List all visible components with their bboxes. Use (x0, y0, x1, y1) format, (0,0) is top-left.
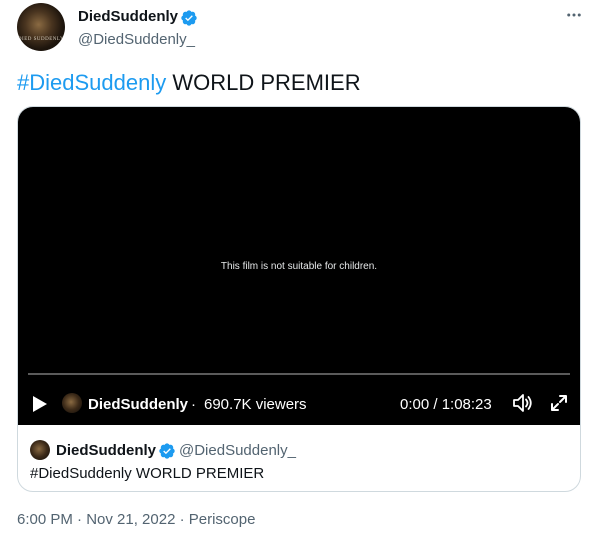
video-time: 0:00 / 1:08:23 (400, 396, 492, 413)
author-display-name[interactable]: DiedSuddenly (78, 8, 178, 25)
volume-icon[interactable] (512, 393, 534, 418)
hashtag-link[interactable]: #DiedSuddenly (17, 70, 166, 95)
play-icon[interactable] (32, 395, 48, 418)
viewer-count: 690.7K viewers (204, 396, 307, 413)
broadcaster-avatar (62, 393, 82, 413)
expand-icon[interactable] (550, 394, 568, 417)
quote-display-name[interactable]: DiedSuddenly (56, 442, 156, 459)
quote-avatar[interactable] (30, 440, 50, 460)
author-handle[interactable]: @DiedSuddenly_ (78, 31, 195, 48)
video-player[interactable]: This film is not suitable for children. … (18, 107, 580, 425)
more-icon[interactable] (565, 6, 583, 29)
quote-handle[interactable]: @DiedSuddenly_ (179, 442, 296, 459)
author-avatar[interactable]: DIED SUDDENLY (17, 3, 65, 51)
verified-badge-icon (158, 442, 176, 465)
progress-bar[interactable] (28, 373, 570, 375)
broadcaster-name: DiedSuddenly (88, 396, 189, 413)
avatar-logo-text: DIED SUDDENLY (17, 37, 65, 42)
media-card[interactable]: This film is not suitable for children. … (17, 106, 581, 492)
verified-badge-icon (180, 9, 198, 32)
tweet-body: WORLD PREMIER (166, 70, 361, 95)
quote-text: #DiedSuddenly WORLD PREMIER (30, 465, 265, 482)
content-warning: This film is not suitable for children. (220, 261, 378, 272)
tweet-text: #DiedSuddenly WORLD PREMIER (17, 70, 361, 96)
separator-dot: · (191, 396, 196, 413)
tweet-timestamp[interactable]: 6:00 PM · Nov 21, 2022 · Periscope (17, 511, 255, 528)
